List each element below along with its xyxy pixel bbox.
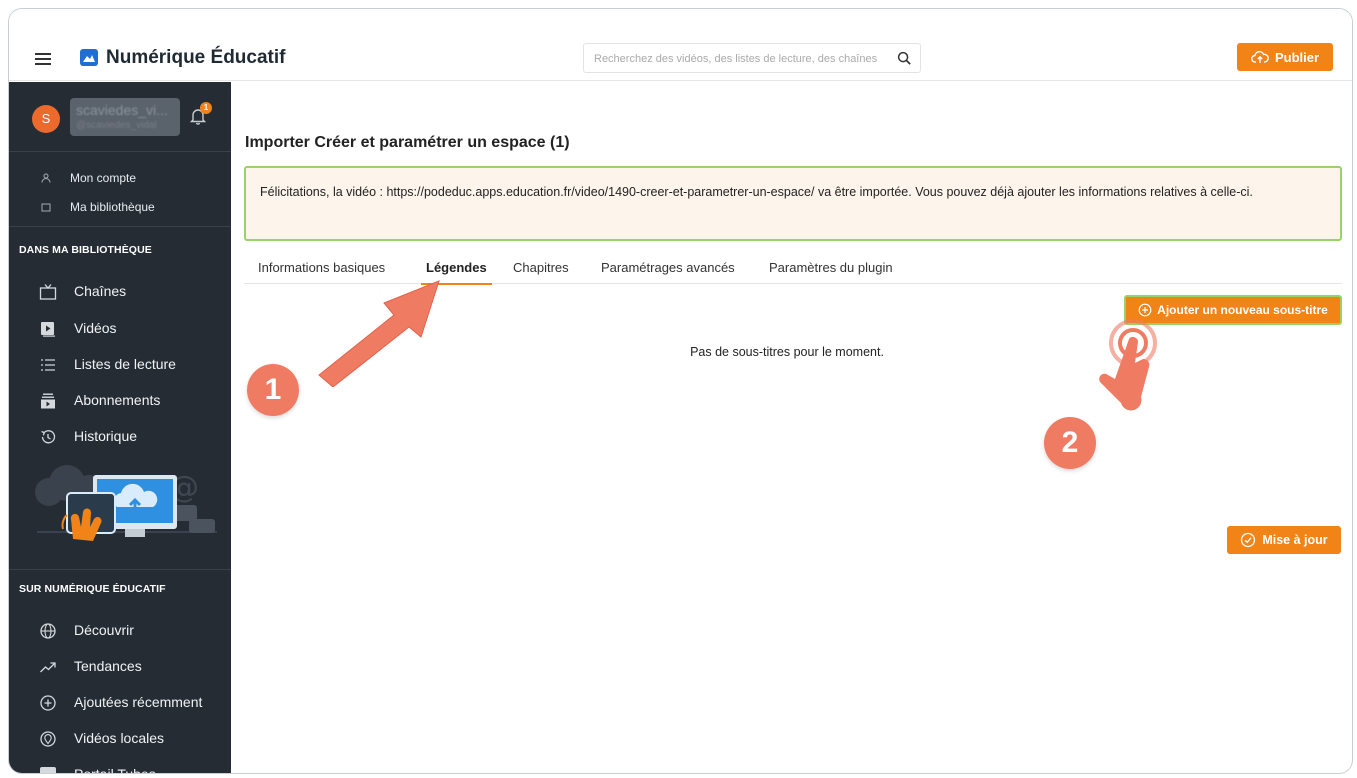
upload-cloud-icon xyxy=(1251,50,1269,63)
search-icon[interactable] xyxy=(897,51,912,66)
update-label: Mise à jour xyxy=(1262,533,1328,547)
tab-parametres-plugin[interactable]: Paramètres du plugin xyxy=(769,260,893,284)
sidebar-item-label: Listes de lecture xyxy=(74,356,176,372)
tab-bar: Informations basiques Légendes Chapitres… xyxy=(244,260,1342,285)
location-icon xyxy=(40,731,56,747)
user-box: S scaviedes_vi... @scaviedes_vidal 1 xyxy=(9,82,231,152)
empty-state-message: Pas de sous-titres pour le moment. xyxy=(690,345,884,359)
page-title: Importer Créer et paramétrer un espace (… xyxy=(245,134,570,151)
search-box[interactable] xyxy=(583,43,921,73)
list-icon xyxy=(41,359,55,371)
sidebar: S scaviedes_vi... @scaviedes_vidal 1 Mon… xyxy=(9,82,231,773)
sidebar-item-label: Historique xyxy=(74,428,138,444)
update-button[interactable]: Mise à jour xyxy=(1227,526,1341,554)
add-subtitle-label: Ajouter un nouveau sous-titre xyxy=(1157,303,1328,317)
notification-badge: 1 xyxy=(200,102,212,114)
publish-label: Publier xyxy=(1274,49,1320,65)
logo-icon xyxy=(80,49,98,66)
video-icon xyxy=(41,322,55,337)
sidebar-item-label: Portail Tubes xyxy=(74,766,156,774)
username: scaviedes_vi... xyxy=(76,102,168,118)
sidebar-item-label: Découvrir xyxy=(74,622,134,638)
top-header: Numérique Éducatif Publier xyxy=(9,9,1352,81)
check-circle-icon xyxy=(1241,532,1256,548)
section-title-library: DANS MA BIBLIOTHÈQUE xyxy=(19,244,152,256)
menu-icon[interactable] xyxy=(35,53,51,65)
section-title-site: SUR NUMÉRIQUE ÉDUCATIF xyxy=(19,583,166,595)
publish-button[interactable]: Publier xyxy=(1237,43,1333,71)
add-subtitle-button[interactable]: Ajouter un nouveau sous-titre xyxy=(1124,295,1342,325)
user-icon xyxy=(41,173,51,183)
sidebar-divider xyxy=(9,226,231,227)
sidebar-item-label: Mon compte xyxy=(70,171,137,185)
avatar[interactable]: S xyxy=(32,105,60,133)
tab-parametrages-avances[interactable]: Paramétrages avancés xyxy=(601,260,735,284)
main-content: Importer Créer et paramétrer un espace (… xyxy=(231,82,1352,773)
search-input[interactable] xyxy=(594,50,884,68)
sidebar-item-label: Ajoutées récemment xyxy=(74,694,203,710)
tab-informations-basiques[interactable]: Informations basiques xyxy=(258,260,385,284)
plus-circle-icon xyxy=(1138,303,1152,317)
user-handle: @scaviedes_vidal xyxy=(76,120,157,131)
tv-icon xyxy=(39,284,57,300)
upload-illustration: @ xyxy=(35,465,217,541)
trending-icon xyxy=(40,662,56,673)
success-alert: Félicitations, la vidéo : https://podedu… xyxy=(244,166,1342,241)
plus-circle-icon xyxy=(40,695,56,711)
sidebar-item-label: Ma bibliothèque xyxy=(70,200,155,214)
folder-icon xyxy=(41,203,51,212)
sidebar-item-label: Abonnements xyxy=(74,392,161,408)
brand-title[interactable]: Numérique Éducatif xyxy=(106,47,285,69)
sidebar-divider xyxy=(9,569,231,570)
step-2-badge: 2 xyxy=(1044,417,1096,469)
sidebar-item-label: Tendances xyxy=(74,658,142,674)
sidebar-item-label: Vidéos xyxy=(74,320,117,336)
tab-legendes[interactable]: Légendes xyxy=(421,260,492,285)
step-1-badge: 1 xyxy=(247,364,299,416)
portal-icon xyxy=(40,767,56,773)
app-window: Numérique Éducatif Publier S scaviedes_v… xyxy=(8,8,1353,774)
subscriptions-icon xyxy=(41,393,55,409)
history-icon xyxy=(41,430,56,444)
sidebar-item-label: Vidéos locales xyxy=(74,730,165,746)
sidebar-item-label: Chaînes xyxy=(74,283,127,299)
globe-icon xyxy=(40,623,56,639)
user-chip[interactable]: scaviedes_vi... @scaviedes_vidal xyxy=(70,98,180,136)
tab-chapitres[interactable]: Chapitres xyxy=(513,260,569,284)
